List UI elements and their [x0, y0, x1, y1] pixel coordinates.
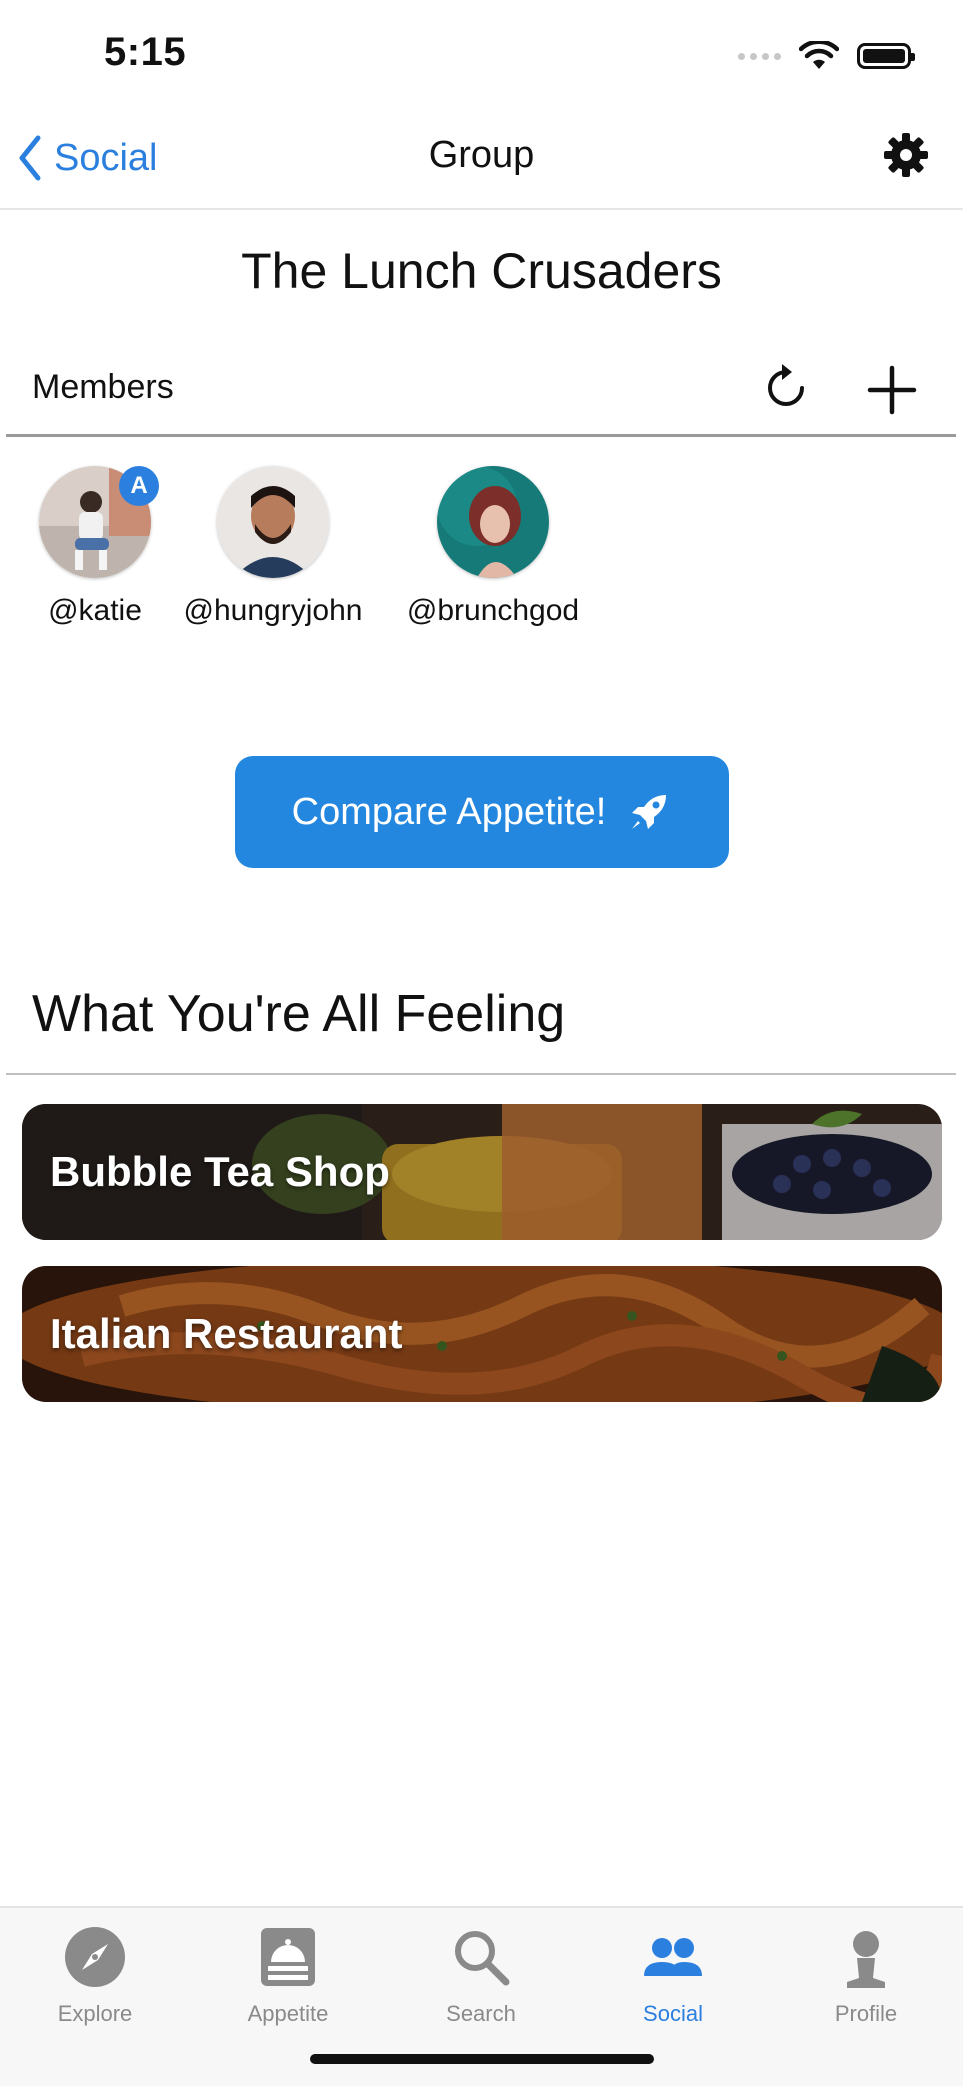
refresh-icon[interactable]	[758, 360, 814, 416]
section-title: What You're All Feeling	[32, 985, 566, 1043]
tab-label: Social	[643, 2001, 703, 2026]
tab-label: Search	[446, 2001, 516, 2026]
tab-label: Explore	[57, 2001, 133, 2026]
avatar	[437, 466, 549, 578]
admin-badge: A	[119, 466, 159, 506]
divider	[6, 1073, 956, 1075]
search-icon	[455, 1931, 510, 1986]
home-indicator	[310, 2054, 654, 2064]
members-header: Members	[6, 352, 956, 437]
avatar	[217, 466, 329, 578]
tab-explore[interactable]: Explore	[20, 1918, 170, 2027]
category-card-bubble-tea[interactable]: Bubble Tea Shop	[22, 1104, 942, 1240]
card-label: Italian Restaurant	[50, 1310, 403, 1357]
person-icon	[847, 1931, 885, 1988]
member-handle: @hungryjohn	[183, 594, 363, 627]
category-card-italian[interactable]: Italian Restaurant	[22, 1266, 942, 1402]
member-hungryjohn[interactable]: @hungryjohn	[178, 466, 368, 628]
tab-appetite[interactable]: Appetite	[213, 1918, 363, 2027]
member-handle: @brunchgod	[406, 594, 580, 627]
status-icons	[738, 38, 915, 74]
signal-icon	[738, 52, 781, 60]
nav-title: Group	[428, 134, 535, 176]
gear-icon[interactable]	[881, 130, 931, 180]
member-katie[interactable]: A @katie	[0, 466, 190, 628]
group-title: The Lunch Crusaders	[241, 243, 722, 299]
tab-label: Profile	[834, 2001, 898, 2026]
wifi-icon	[799, 41, 839, 69]
members-label: Members	[32, 368, 174, 406]
status-time: 5:15	[104, 30, 187, 74]
card-label: Bubble Tea Shop	[50, 1148, 390, 1195]
tab-search[interactable]: Search	[406, 1918, 556, 2027]
rocket-icon	[632, 795, 667, 829]
compare-appetite-button[interactable]: Compare Appetite!	[235, 756, 729, 868]
compare-button-label: Compare Appetite!	[291, 790, 607, 833]
add-member-icon[interactable]	[864, 362, 920, 418]
battery-icon	[857, 43, 915, 69]
compass-icon	[65, 1927, 125, 1987]
food-tray-icon	[261, 1928, 315, 1986]
member-brunchgod[interactable]: @brunchgod	[398, 466, 588, 628]
tab-label: Appetite	[247, 2001, 329, 2026]
tab-social[interactable]: Social	[598, 1918, 748, 2027]
member-handle: @katie	[48, 594, 142, 627]
navigation-bar: Social Group	[0, 112, 963, 210]
people-icon	[644, 1938, 702, 1976]
tab-profile[interactable]: Profile	[791, 1918, 941, 2027]
